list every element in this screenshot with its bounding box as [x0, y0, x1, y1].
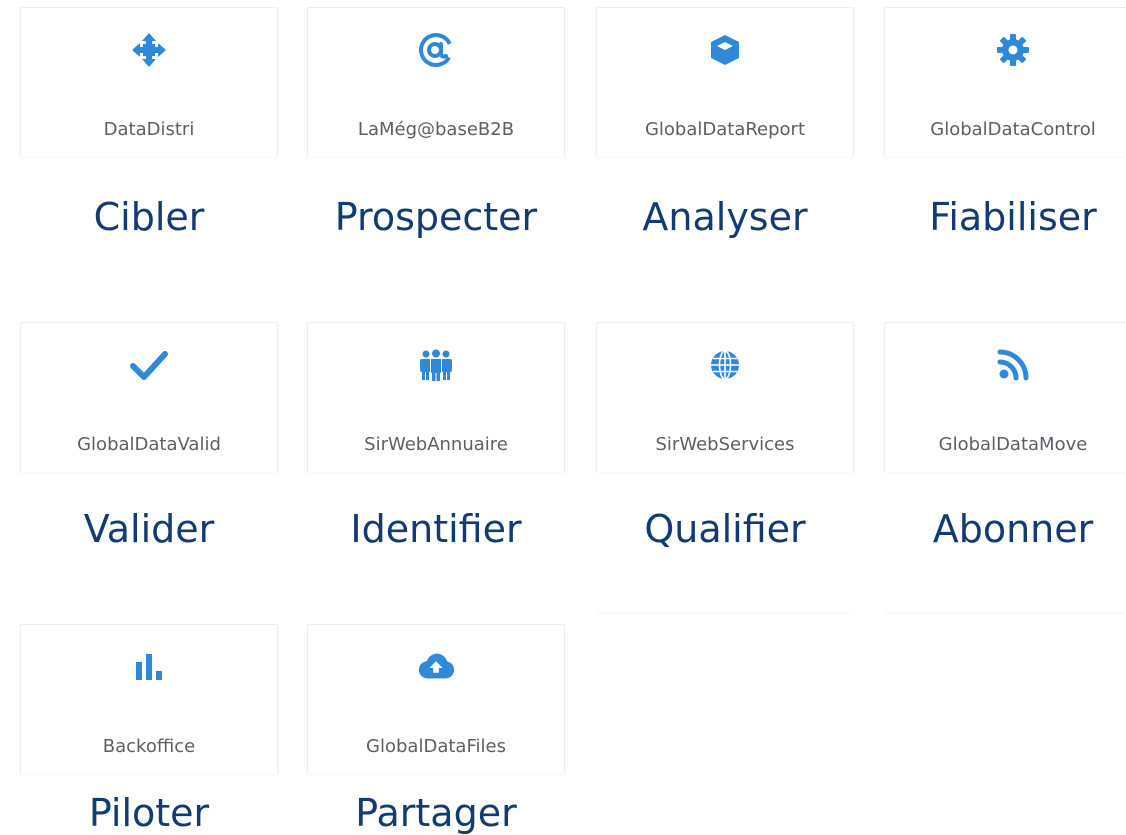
tile-name: SirWebServices [655, 434, 795, 455]
arrows-move-icon [129, 30, 169, 70]
cube-icon [705, 30, 745, 70]
bar-chart-icon [129, 647, 169, 687]
caption-identifier: Identifier [350, 507, 522, 551]
caption-prospecter: Prospecter [334, 195, 538, 239]
tile-globaldatavalid[interactable]: GlobalDataValid [20, 322, 278, 472]
tile-name: GlobalDataValid [77, 434, 221, 455]
caption-analyser: Analyser [642, 195, 808, 239]
caption-valider: Valider [83, 507, 215, 551]
tile-sirwebannuaire[interactable]: SirWebAnnuaire [307, 322, 565, 472]
tile-backoffice[interactable]: Backoffice [20, 624, 278, 774]
users-icon [416, 345, 456, 385]
caption-fiabiliser: Fiabiliser [929, 195, 1097, 239]
tile-name: GlobalDataControl [930, 119, 1096, 140]
tile-lamegabase[interactable]: LaMég@baseB2B [307, 7, 565, 157]
tile-name: GlobalDataMove [938, 434, 1088, 455]
checkmark-icon [129, 345, 169, 385]
cloud-upload-icon [416, 647, 456, 687]
caption-partager: Partager [355, 791, 517, 835]
tile-name: Backoffice [102, 736, 196, 757]
tile-globaldatacontrol[interactable]: GlobalDataControl [884, 7, 1126, 157]
caption-cibler: Cibler [93, 195, 205, 239]
caption-abonner: Abonner [932, 507, 1094, 551]
tile-name: GlobalDataFiles [366, 736, 506, 757]
tile-sirwebservices[interactable]: SirWebServices [596, 322, 854, 472]
caption-qualifier: Qualifier [644, 507, 806, 551]
tile-datadistri[interactable]: DataDistri [20, 7, 278, 157]
globe-icon [705, 345, 745, 385]
tile-globaldatafiles[interactable]: GlobalDataFiles [307, 624, 565, 774]
gear-icon [993, 30, 1033, 70]
tile-globaldatamove[interactable]: GlobalDataMove [884, 322, 1126, 472]
tile-name: SirWebAnnuaire [364, 434, 508, 455]
caption-piloter: Piloter [88, 791, 210, 835]
at-sign-icon [416, 30, 456, 70]
rss-icon [993, 345, 1033, 385]
tile-name: GlobalDataReport [644, 119, 806, 140]
tile-globaldatareport[interactable]: GlobalDataReport [596, 7, 854, 157]
tile-name: DataDistri [103, 119, 195, 140]
tile-name: LaMég@baseB2B [357, 119, 515, 140]
